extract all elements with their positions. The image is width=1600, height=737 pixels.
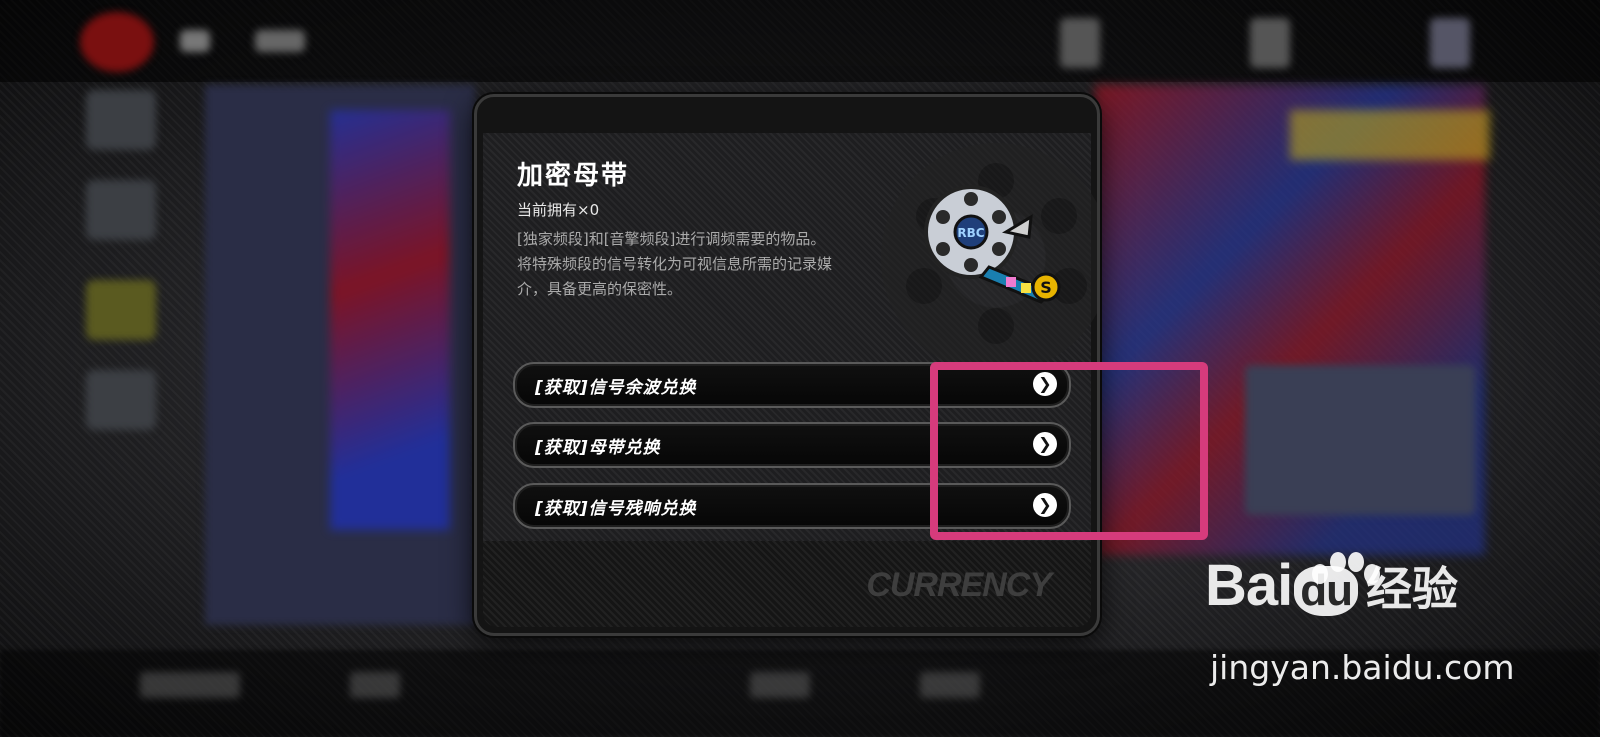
description-line-1: [独家频段]和[音擎频段]进行调频需要的物品。 (517, 230, 826, 248)
left-banner-art-blurred (330, 110, 450, 530)
dialog-footer: CURRENCY (483, 541, 1091, 627)
side-avatar-2 (86, 180, 156, 240)
currency-icon-blurred-3 (1430, 18, 1470, 68)
currency-icon-blurred (1060, 18, 1100, 68)
highlight-annotation-box (930, 362, 1208, 540)
owned-count: 当前拥有×0 (517, 201, 600, 219)
bottom-chip-4 (920, 672, 980, 698)
item-description: [独家频段]和[音擎频段]进行调频需要的物品。 将特殊频段的信号转化为可视信息所… (517, 227, 857, 302)
option-label: [获取]信号残响兑换 (535, 499, 697, 519)
game-logo-blurred (80, 12, 154, 72)
top-bar-blurred (0, 0, 1600, 82)
watermark-url: jingyan.baidu.com (1210, 648, 1515, 687)
rank-badge-text: S (1040, 278, 1052, 297)
bottom-chip-1 (140, 672, 240, 698)
item-title: 加密母带 (517, 161, 630, 191)
top-label-blurred (255, 30, 305, 52)
right-banner-title-blurred (1290, 110, 1490, 160)
baidu-paw-icon (1312, 552, 1380, 584)
description-line-2: 将特殊频段的信号转化为可视信息所需的记录媒介，具备更高的保密性。 (517, 255, 833, 298)
option-label: [获取]母带兑换 (535, 438, 661, 458)
side-avatar-4 (86, 370, 156, 430)
currency-icon-blurred-2 (1250, 18, 1290, 68)
bottom-chip-3 (750, 672, 810, 698)
option-label: [获取]信号余波兑换 (535, 378, 697, 398)
top-icon-blurred (180, 30, 210, 52)
item-logo-text: RBC (957, 226, 984, 240)
side-avatar-3 (86, 280, 156, 340)
side-avatar-1 (86, 90, 156, 150)
bottom-chip-2 (350, 672, 400, 698)
currency-tag: CURRENCY (866, 566, 1052, 604)
encrypted-master-tape-icon: RBC S (924, 185, 1061, 304)
right-banner-characters-blurred (1245, 365, 1475, 515)
